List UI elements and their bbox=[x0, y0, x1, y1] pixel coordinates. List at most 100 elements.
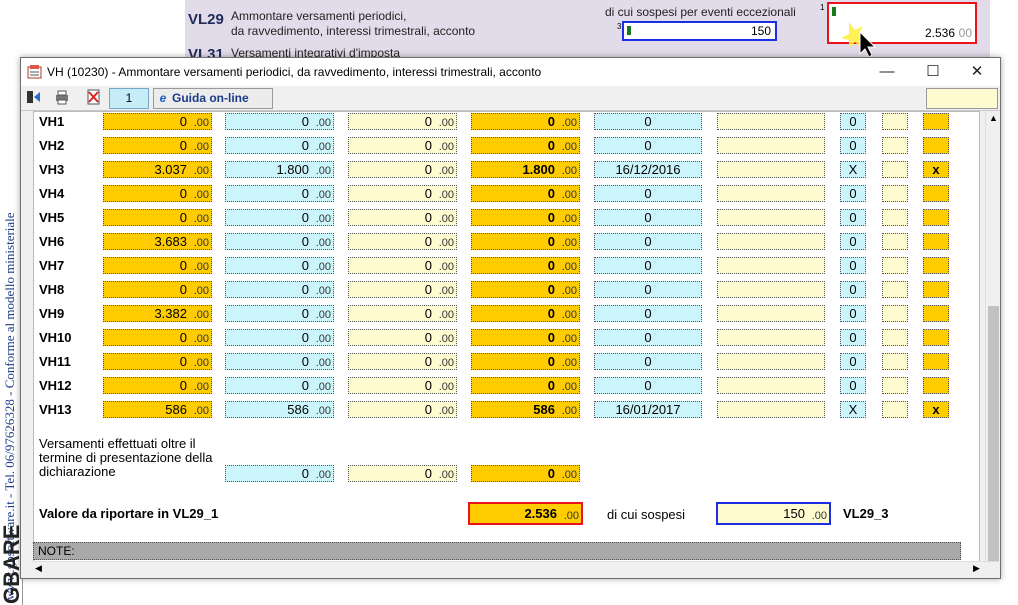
row-cell-x[interactable] bbox=[923, 233, 949, 250]
row-cell-blank2[interactable] bbox=[882, 305, 908, 322]
row-cell-date[interactable]: 0 bbox=[594, 185, 702, 202]
row-cell-date[interactable]: 16/12/2016 bbox=[594, 161, 702, 178]
row-cell-c3[interactable]: 0.00 bbox=[348, 329, 457, 346]
row-cell-x[interactable] bbox=[923, 257, 949, 274]
row-cell-c3[interactable]: 0.00 bbox=[348, 209, 457, 226]
row-cell-c2[interactable]: 0.00 bbox=[225, 257, 334, 274]
row-cell-c3[interactable]: 0.00 bbox=[348, 233, 457, 250]
row-cell-blank[interactable] bbox=[717, 281, 825, 298]
row-cell-date[interactable]: 0 bbox=[594, 257, 702, 274]
row-cell-x[interactable] bbox=[923, 209, 949, 226]
summary-value[interactable]: 2.536.00 bbox=[468, 502, 583, 525]
row-cell-c4[interactable]: 0.00 bbox=[471, 113, 580, 130]
row-cell-c1[interactable]: 586.00 bbox=[103, 401, 212, 418]
row-cell-c3[interactable]: 0.00 bbox=[348, 257, 457, 274]
row-cell-flag[interactable]: X bbox=[840, 161, 866, 178]
row-cell-x[interactable]: x bbox=[923, 401, 949, 418]
exit-icon[interactable] bbox=[25, 89, 43, 107]
row-cell-flag[interactable]: 0 bbox=[840, 281, 866, 298]
row-cell-c4[interactable]: 0.00 bbox=[471, 281, 580, 298]
row-cell-c2[interactable]: 0.00 bbox=[225, 329, 334, 346]
row-cell-c4[interactable]: 1.800.00 bbox=[471, 161, 580, 178]
row-cell-c1[interactable]: 0.00 bbox=[103, 113, 212, 130]
row-cell-blank[interactable] bbox=[717, 113, 825, 130]
row-cell-c2[interactable]: 0.00 bbox=[225, 209, 334, 226]
row-cell-c4[interactable]: 0.00 bbox=[471, 257, 580, 274]
scroll-up-icon[interactable]: ▲ bbox=[989, 113, 998, 123]
row-cell-c3[interactable]: 0.00 bbox=[348, 401, 457, 418]
row-cell-c2[interactable]: 0.00 bbox=[225, 137, 334, 154]
row-cell-blank2[interactable] bbox=[882, 353, 908, 370]
row-cell-blank[interactable] bbox=[717, 233, 825, 250]
row-cell-c3[interactable]: 0.00 bbox=[348, 137, 457, 154]
scroll-thumb[interactable] bbox=[988, 306, 999, 561]
row-cell-date[interactable]: 0 bbox=[594, 281, 702, 298]
maximize-button[interactable]: ☐ bbox=[910, 58, 956, 86]
row-cell-c4[interactable]: 586.00 bbox=[471, 401, 580, 418]
row-cell-x[interactable] bbox=[923, 305, 949, 322]
row-cell-c2[interactable]: 0.00 bbox=[225, 113, 334, 130]
row-cell-blank[interactable] bbox=[717, 329, 825, 346]
oltre-c4[interactable]: 0.00 bbox=[471, 465, 580, 482]
row-cell-c2[interactable]: 0.00 bbox=[225, 281, 334, 298]
row-cell-c2[interactable]: 0.00 bbox=[225, 185, 334, 202]
row-cell-c1[interactable]: 3.382.00 bbox=[103, 305, 212, 322]
row-cell-flag[interactable]: 0 bbox=[840, 329, 866, 346]
toolbar-field[interactable] bbox=[926, 88, 998, 109]
summary-sospesi-value[interactable]: 150.00 bbox=[716, 502, 831, 525]
row-cell-blank2[interactable] bbox=[882, 209, 908, 226]
row-cell-blank[interactable] bbox=[717, 185, 825, 202]
row-cell-c3[interactable]: 0.00 bbox=[348, 377, 457, 394]
row-cell-blank2[interactable] bbox=[882, 401, 908, 418]
row-cell-x[interactable] bbox=[923, 329, 949, 346]
row-cell-flag[interactable]: 0 bbox=[840, 377, 866, 394]
row-cell-c1[interactable]: 3.683.00 bbox=[103, 233, 212, 250]
row-cell-c2[interactable]: 1.800.00 bbox=[225, 161, 334, 178]
row-cell-x[interactable] bbox=[923, 113, 949, 130]
row-cell-flag[interactable]: 0 bbox=[840, 185, 866, 202]
row-cell-date[interactable]: 0 bbox=[594, 113, 702, 130]
row-cell-flag[interactable]: 0 bbox=[840, 137, 866, 154]
scroll-right-icon[interactable]: ▶ bbox=[973, 563, 980, 574]
row-cell-blank[interactable] bbox=[717, 137, 825, 154]
row-cell-c2[interactable]: 0.00 bbox=[225, 353, 334, 370]
row-cell-c1[interactable]: 0.00 bbox=[103, 137, 212, 154]
row-cell-flag[interactable]: 0 bbox=[840, 233, 866, 250]
print-icon[interactable] bbox=[53, 89, 71, 107]
note-bar[interactable]: NOTE: bbox=[33, 542, 961, 560]
row-cell-c3[interactable]: 0.00 bbox=[348, 353, 457, 370]
row-cell-blank2[interactable] bbox=[882, 257, 908, 274]
row-cell-blank2[interactable] bbox=[882, 185, 908, 202]
row-cell-date[interactable]: 0 bbox=[594, 209, 702, 226]
vertical-scrollbar[interactable]: ▲ bbox=[985, 111, 1000, 561]
row-cell-c1[interactable]: 3.037.00 bbox=[103, 161, 212, 178]
row-cell-flag[interactable]: 0 bbox=[840, 257, 866, 274]
row-cell-blank2[interactable] bbox=[882, 161, 908, 178]
horizontal-scrollbar[interactable]: ◀ ▶ bbox=[33, 561, 999, 577]
row-cell-c4[interactable]: 0.00 bbox=[471, 209, 580, 226]
row-cell-flag[interactable]: X bbox=[840, 401, 866, 418]
row-cell-date[interactable]: 0 bbox=[594, 377, 702, 394]
row-cell-blank[interactable] bbox=[717, 377, 825, 394]
row-cell-x[interactable] bbox=[923, 353, 949, 370]
row-cell-c3[interactable]: 0.00 bbox=[348, 161, 457, 178]
row-cell-blank2[interactable] bbox=[882, 113, 908, 130]
row-cell-c2[interactable]: 0.00 bbox=[225, 305, 334, 322]
row-cell-date[interactable]: 0 bbox=[594, 233, 702, 250]
row-cell-c1[interactable]: 0.00 bbox=[103, 377, 212, 394]
row-cell-blank2[interactable] bbox=[882, 329, 908, 346]
row-cell-blank[interactable] bbox=[717, 257, 825, 274]
title-bar[interactable]: VH (10230) - Ammontare versamenti period… bbox=[21, 58, 1000, 86]
row-cell-c3[interactable]: 0.00 bbox=[348, 305, 457, 322]
row-cell-flag[interactable]: 0 bbox=[840, 353, 866, 370]
scroll-left-icon[interactable]: ◀ bbox=[35, 563, 42, 574]
row-cell-c3[interactable]: 0.00 bbox=[348, 185, 457, 202]
row-cell-date[interactable]: 0 bbox=[594, 353, 702, 370]
row-cell-date[interactable]: 0 bbox=[594, 305, 702, 322]
row-cell-date[interactable]: 16/01/2017 bbox=[594, 401, 702, 418]
row-cell-c1[interactable]: 0.00 bbox=[103, 185, 212, 202]
delete-icon[interactable] bbox=[85, 89, 103, 107]
row-cell-c1[interactable]: 0.00 bbox=[103, 353, 212, 370]
row-cell-c4[interactable]: 0.00 bbox=[471, 305, 580, 322]
row-cell-x[interactable] bbox=[923, 281, 949, 298]
